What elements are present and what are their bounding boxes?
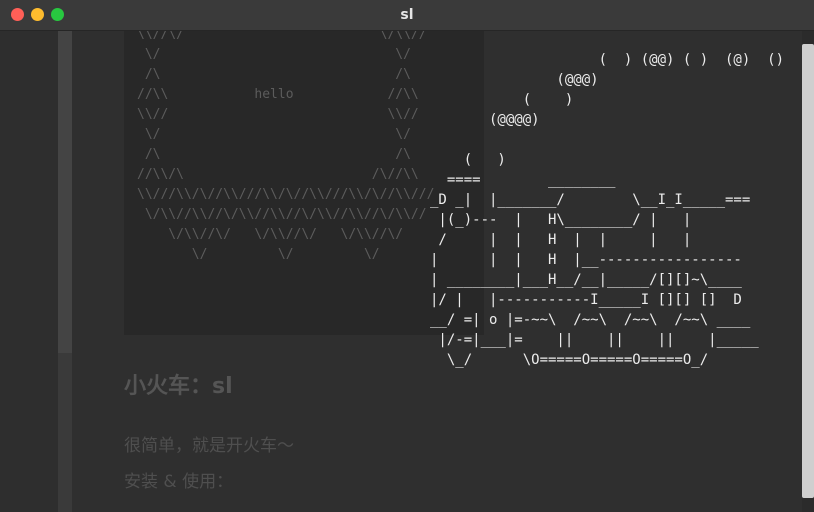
background-ascii-art: \\//\/ \/\\// \/ \/ /\ /\ //\\ hello //\…: [137, 31, 435, 262]
document-paragraph: 很简单，就是开火车～: [124, 436, 294, 456]
window-title: sl: [400, 7, 414, 23]
document-heading: 小火车：sl: [124, 374, 233, 399]
vertical-scrollbar[interactable]: [802, 44, 814, 498]
title-bar: sl: [0, 0, 814, 31]
document-paragraph: 安装 & 使用：: [124, 472, 234, 492]
sidebar-panel: [0, 31, 58, 512]
sl-steam-locomotive-ascii: ( ) (@@) ( ) (@) () (@@@) ( ) (@@@@) ( )…: [430, 52, 785, 368]
sidebar-scroll-thumb[interactable]: [58, 353, 72, 512]
sidebar-divider[interactable]: [58, 31, 72, 512]
